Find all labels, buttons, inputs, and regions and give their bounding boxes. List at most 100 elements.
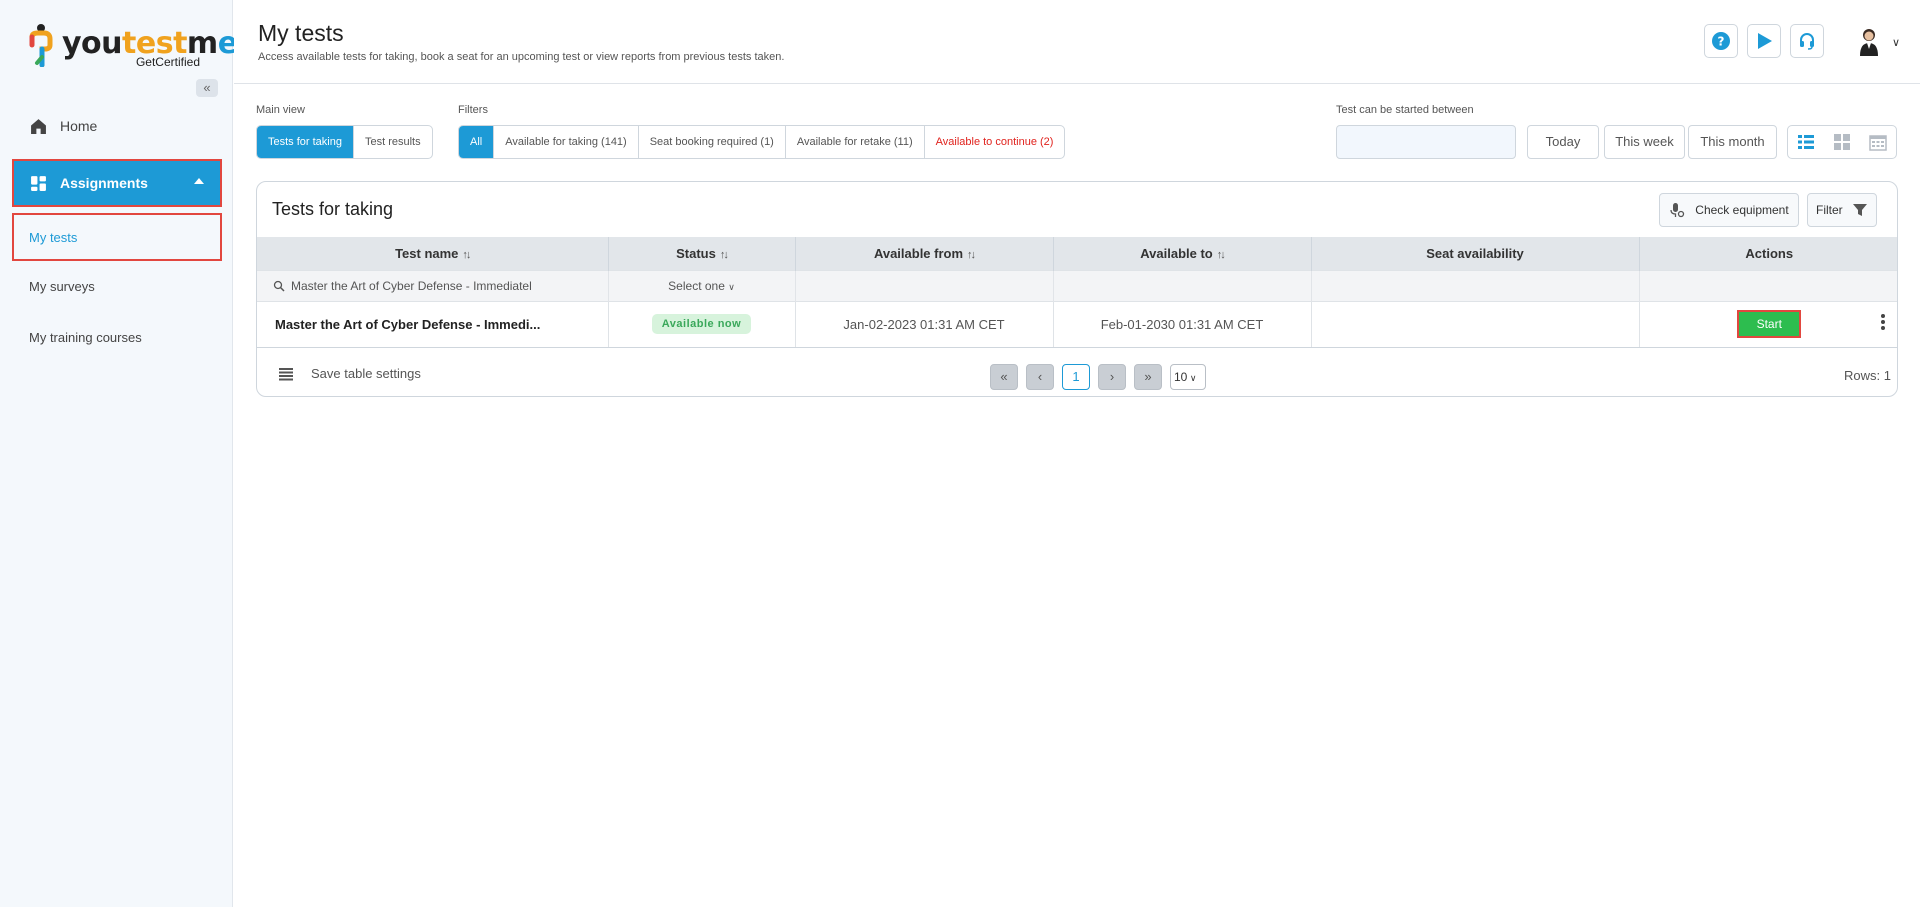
user-avatar[interactable]: [1852, 24, 1886, 58]
sidebar-item-my-surveys[interactable]: My surveys: [14, 264, 220, 308]
filters-label: Filters: [458, 104, 488, 116]
list-view-button[interactable]: [1788, 126, 1824, 158]
test-name-cell[interactable]: Master the Art of Cyber Defense - Immedi…: [257, 300, 609, 348]
actions-filter-cell: [1639, 269, 1897, 301]
logo-mark-icon: [29, 24, 53, 67]
prev-page-button[interactable]: ‹: [1026, 364, 1054, 390]
available-to-filter-cell: [1053, 269, 1312, 301]
calendar-view-button[interactable]: [1860, 126, 1896, 158]
page-size-select[interactable]: 10 ∨: [1170, 364, 1206, 390]
card-title: Tests for taking: [272, 199, 394, 219]
main-view-toggle: Tests for taking Test results: [256, 125, 433, 159]
view-mode-toggle: [1787, 125, 1897, 159]
table-row[interactable]: Master the Art of Cyber Defense - Immedi…: [257, 300, 1897, 348]
available-to-cell: Feb-01-2030 01:31 AM CET: [1053, 300, 1312, 348]
available-from-filter-cell: [795, 269, 1054, 301]
chevron-down-icon: ∨: [728, 281, 735, 292]
column-status[interactable]: Status ↑↓: [608, 237, 796, 270]
sort-icon[interactable]: ↑↓: [462, 249, 471, 261]
play-icon: [1758, 33, 1772, 49]
menu-lines-icon: [279, 367, 293, 380]
headset-icon: [1800, 33, 1814, 50]
status-select[interactable]: Select one: [668, 279, 725, 293]
filter-row: Master the Art of Cyber Defense - Immedi…: [257, 269, 1897, 301]
test-name-search-input[interactable]: Master the Art of Cyber Defense - Immedi…: [291, 279, 532, 293]
next-page-button[interactable]: ›: [1098, 364, 1126, 390]
filter-seat-booking-required[interactable]: Seat booking required (1): [637, 126, 785, 158]
this-month-button[interactable]: This month: [1688, 125, 1777, 159]
seat-availability-cell: [1311, 300, 1640, 348]
tab-test-results[interactable]: Test results: [352, 126, 432, 158]
collapse-sidebar-button[interactable]: «: [196, 79, 218, 97]
dashboard-icon: [28, 173, 48, 193]
actions-cell: Start: [1639, 300, 1897, 348]
column-available-from[interactable]: Available from ↑↓: [795, 237, 1054, 270]
search-icon: [273, 280, 285, 292]
status-badge: Available now: [651, 314, 752, 334]
filter-button[interactable]: Filter: [1807, 193, 1877, 227]
sort-icon[interactable]: ↑↓: [720, 249, 729, 261]
save-table-settings-label: Save table settings: [311, 366, 421, 381]
filter-all[interactable]: All: [459, 126, 494, 158]
grid-view-button[interactable]: [1824, 126, 1860, 158]
check-equipment-button[interactable]: Check equipment: [1659, 193, 1799, 227]
today-button[interactable]: Today: [1527, 125, 1599, 159]
sidebar-item-home[interactable]: Home: [14, 104, 220, 148]
funnel-icon: [1853, 204, 1867, 216]
logo-subtitle: GetCertified: [135, 55, 200, 69]
filter-label: Filter: [1816, 203, 1843, 217]
column-actions: Actions: [1639, 237, 1897, 270]
sidebar: youtestme GetCertified « Home Assignment…: [0, 0, 238, 907]
support-button[interactable]: [1790, 24, 1824, 58]
help-button[interactable]: ?: [1704, 24, 1738, 58]
tests-table: Test name ↑↓ Status ↑↓ Available from ↑↓ Av…: [257, 237, 1897, 348]
chevron-down-icon: ∨: [1187, 373, 1197, 383]
tab-tests-for-taking[interactable]: Tests for taking: [257, 126, 353, 158]
column-test-name[interactable]: Test name ↑↓: [257, 237, 609, 270]
caret-up-icon: [194, 178, 204, 184]
last-page-button[interactable]: »: [1134, 364, 1162, 390]
filter-available-for-retake[interactable]: Available for retake (11): [784, 126, 924, 158]
start-button[interactable]: Start: [1737, 310, 1802, 338]
sort-icon[interactable]: ↑↓: [1217, 249, 1226, 261]
sidebar-item-assignments[interactable]: Assignments: [12, 159, 222, 207]
svg-text:?: ?: [1718, 35, 1725, 49]
filter-available-to-continue[interactable]: Available to continue (2): [923, 126, 1065, 158]
sort-icon[interactable]: ↑↓: [967, 249, 976, 261]
save-table-settings-button[interactable]: Save table settings: [279, 366, 421, 381]
seat-filter-cell: [1311, 269, 1640, 301]
first-page-button[interactable]: «: [990, 364, 1018, 390]
help-icon: ?: [1712, 32, 1730, 50]
more-options-icon[interactable]: [1881, 314, 1885, 332]
chevron-down-icon[interactable]: ∨: [1892, 36, 1900, 49]
status-filter-cell[interactable]: Select one ∨: [608, 269, 796, 301]
sidebar-item-label: Home: [60, 118, 98, 134]
test-name-search[interactable]: Master the Art of Cyber Defense - Immedi…: [257, 271, 608, 301]
date-range-input[interactable]: [1336, 125, 1516, 159]
sidebar-item-label: Assignments: [60, 175, 148, 191]
this-week-button[interactable]: This week: [1604, 125, 1685, 159]
calendar-icon: [1869, 135, 1887, 151]
home-icon: [28, 116, 48, 136]
date-range-label: Test can be started between: [1336, 104, 1474, 116]
status-cell: Available now: [608, 300, 796, 348]
microphone-gear-icon: [1670, 203, 1685, 218]
page-title: My tests: [258, 20, 344, 46]
page-subtitle: Access available tests for taking, book …: [258, 51, 785, 63]
main-view-label: Main view: [256, 104, 305, 116]
page-header: My tests Access available tests for taki…: [234, 0, 1920, 84]
video-tutorial-button[interactable]: [1747, 24, 1781, 58]
avatar-icon: [1860, 29, 1878, 56]
youtestme-logo[interactable]: youtestme GetCertified: [28, 20, 238, 70]
test-name-filter-cell: Master the Art of Cyber Defense - Immedi…: [257, 269, 609, 301]
table-footer: Save table settings « ‹ 1 › » 10 ∨ Rows:…: [257, 354, 1897, 396]
rows-count: Rows: 1: [1844, 368, 1891, 383]
tests-card: Tests for taking Check equipment Filter …: [256, 181, 1898, 397]
sidebar-item-my-tests[interactable]: My tests: [12, 213, 222, 261]
column-available-to[interactable]: Available to ↑↓: [1053, 237, 1312, 270]
page-1-button[interactable]: 1: [1062, 364, 1090, 390]
list-view-icon: [1798, 135, 1814, 149]
filter-available-for-taking[interactable]: Available for taking (141): [493, 126, 637, 158]
sidebar-item-my-training-courses[interactable]: My training courses: [14, 315, 220, 359]
filters-group: All Available for taking (141) Seat book…: [458, 125, 1066, 159]
